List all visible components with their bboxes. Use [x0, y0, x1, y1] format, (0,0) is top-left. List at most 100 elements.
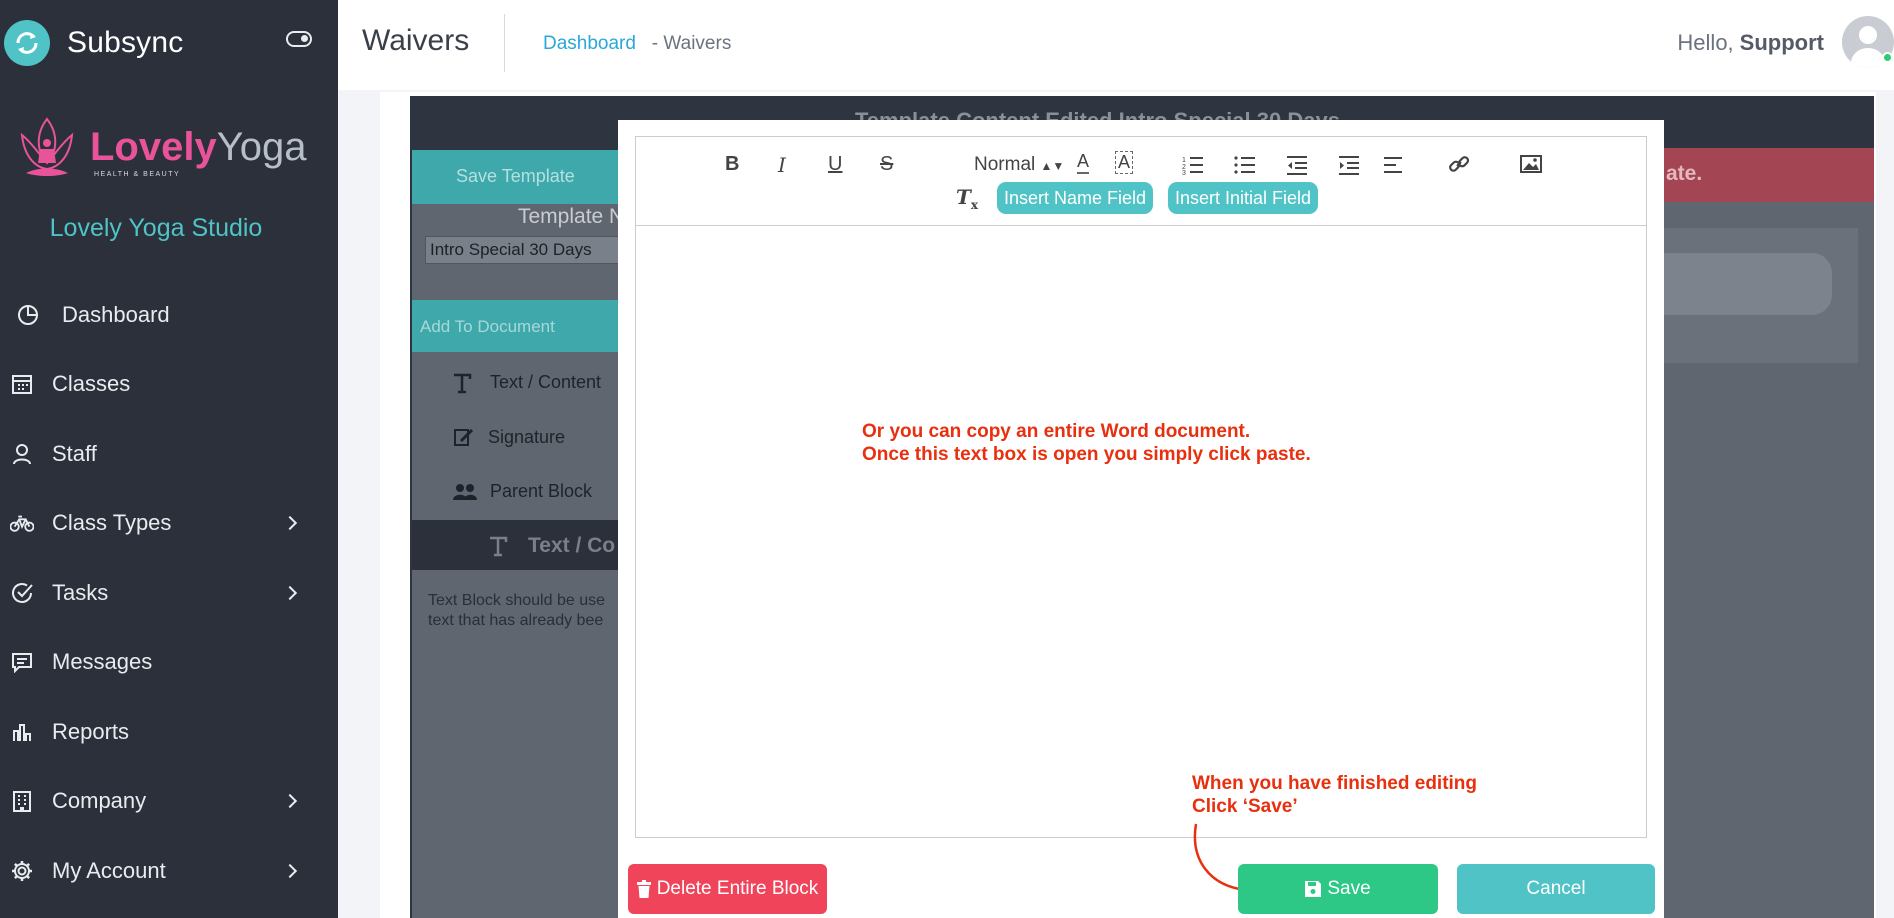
indent-icon[interactable]	[1338, 155, 1360, 175]
subsync-logo-icon	[4, 20, 50, 66]
floppy-disk-icon	[1305, 881, 1322, 897]
add-parent-block-item[interactable]: Parent Block	[490, 481, 592, 502]
block-description: Text Block should be use text that has a…	[428, 592, 605, 629]
app-name: Subsync	[67, 26, 184, 59]
calendar-icon	[10, 372, 34, 396]
sidebar-item-label: Dashboard	[62, 301, 170, 327]
save-template-button[interactable]: Save Template	[412, 150, 622, 204]
bold-button[interactable]: B	[725, 153, 739, 176]
user-name: Support	[1739, 30, 1824, 55]
sidebar-item-staff[interactable]: Staff	[0, 419, 338, 489]
select-arrows-icon: ▲▼	[1040, 159, 1065, 173]
logo-wordmark: LovelyYoga	[90, 127, 306, 167]
sidebar-toggle-icon[interactable]	[286, 31, 312, 47]
header-divider	[504, 14, 505, 72]
insert-name-field-button[interactable]: Insert Name Field	[997, 182, 1154, 214]
studio-logo: LovelyYoga HEALTH & BEAUTY	[12, 112, 312, 192]
sidebar-item-messages[interactable]: Messages	[0, 628, 338, 698]
save-template-label: Save Template	[456, 166, 575, 186]
sidebar: Subsync LovelyYoga HEALTH & BEAUTY Lovel…	[0, 0, 338, 918]
chevron-right-icon	[282, 794, 298, 809]
text-t-icon	[490, 536, 508, 557]
save-note-line-2: Click ‘Save’	[1192, 796, 1298, 817]
save-note-line-1: When you have finished editing	[1192, 773, 1478, 794]
greeting-text: Hello,	[1677, 30, 1734, 55]
text-color-icon[interactable]: A	[1077, 151, 1090, 174]
sidebar-item-reports[interactable]: Reports	[0, 697, 338, 767]
sidebar-item-label: Class Types	[52, 510, 172, 536]
add-signature-item[interactable]: Signature	[488, 427, 565, 448]
paste-note-line-1: Or you can copy an entire Word document.	[862, 421, 1251, 442]
outdent-icon[interactable]	[1286, 155, 1308, 175]
users-icon	[453, 484, 477, 500]
studio-name: Lovely Yoga Studio	[49, 214, 263, 242]
page-title: Waivers	[362, 24, 470, 57]
breadcrumb: Dashboard - Waivers	[543, 33, 731, 55]
italic-button[interactable]: I	[778, 153, 786, 177]
sidebar-item-dashboard[interactable]: Dashboard	[0, 280, 338, 350]
chevron-right-icon	[282, 585, 298, 600]
bar-chart-icon	[10, 720, 34, 744]
chevron-right-icon	[282, 516, 298, 531]
underline-button[interactable]: U	[828, 153, 842, 176]
bullet-list-icon[interactable]	[1234, 155, 1256, 175]
sidebar-item-label: Reports	[52, 718, 130, 744]
link-icon[interactable]	[1448, 153, 1470, 175]
alert-text: ate.	[1666, 162, 1703, 185]
sidebar-item-label: Tasks	[52, 579, 109, 605]
pie-chart-icon	[16, 303, 40, 327]
insert-initial-field-button[interactable]: Insert Initial Field	[1168, 182, 1319, 214]
paste-note-line-2: Once this text box is open you simply cl…	[862, 444, 1311, 465]
user-greeting[interactable]: Hello, Support	[1677, 30, 1824, 56]
sidebar-item-company[interactable]: Company	[0, 767, 338, 837]
lotus-yoga-icon	[20, 117, 74, 176]
sidebar-item-my-account[interactable]: My Account	[0, 836, 338, 906]
ordered-list-icon[interactable]: 123	[1182, 155, 1204, 175]
strikethrough-button[interactable]: S	[880, 153, 893, 176]
sidebar-item-label: Classes	[52, 371, 131, 397]
sidebar-item-class-types[interactable]: Class Types	[0, 489, 338, 559]
clear-format-icon[interactable]: Tx	[956, 185, 978, 212]
breadcrumb-separator: -	[651, 33, 659, 54]
sidebar-item-label: Staff	[52, 440, 97, 466]
gear-icon	[10, 859, 34, 883]
save-button[interactable]: Save	[1238, 864, 1438, 914]
alert-banner: ate.	[1662, 148, 1874, 202]
editor-toolbar: B I U S Normal ▲▼ A A 123 Tx Insert Name…	[636, 137, 1646, 226]
align-left-icon[interactable]	[1383, 155, 1405, 175]
template-name-input[interactable]: Intro Special 30 Days	[425, 236, 625, 264]
background-color-icon[interactable]: A	[1115, 151, 1134, 174]
building-icon	[10, 789, 34, 813]
format-select[interactable]: Normal ▲▼	[974, 154, 1064, 176]
sidebar-item-label: Messages	[52, 649, 153, 675]
delete-label: Delete Entire Block	[656, 878, 819, 899]
add-text-content-item[interactable]: Text / Content	[490, 372, 601, 393]
delete-entire-block-button[interactable]: Delete Entire Block	[628, 864, 827, 914]
breadcrumb-current: Waivers	[663, 33, 732, 54]
cancel-label: Cancel	[1526, 878, 1586, 899]
message-icon	[10, 650, 34, 674]
sidebar-item-tasks[interactable]: Tasks	[0, 558, 338, 628]
sidebar-item-label: My Account	[52, 857, 166, 883]
top-header: Waivers Dashboard - Waivers Hello, Suppor…	[338, 0, 1894, 90]
chevron-right-icon	[282, 863, 298, 878]
logo-tagline: HEALTH & BEAUTY	[94, 170, 181, 178]
bicycle-icon	[10, 511, 34, 535]
svg-text:3: 3	[1182, 170, 1186, 175]
sidebar-item-classes[interactable]: Classes	[0, 350, 338, 420]
cancel-button[interactable]: Cancel	[1457, 864, 1655, 914]
image-icon[interactable]	[1520, 155, 1542, 173]
sidebar-item-label: Company	[52, 788, 147, 814]
rich-text-editor[interactable]: B I U S Normal ▲▼ A A 123 Tx Insert Name…	[635, 136, 1647, 838]
breadcrumb-dashboard-link[interactable]: Dashboard	[543, 33, 636, 54]
logo-word-lovely: Lovely	[90, 124, 217, 169]
selected-block-header: Text / Co	[412, 520, 622, 570]
format-select-value: Normal	[974, 154, 1036, 175]
sidebar-nav: Dashboard Classes Staff Class Types Task…	[0, 280, 338, 906]
selected-block-title: Text / Co	[528, 534, 616, 557]
svg-text:1: 1	[1182, 157, 1186, 164]
signature-icon	[454, 428, 474, 446]
add-to-document-header: Add To Document	[412, 300, 622, 352]
template-name-label: Template N	[518, 205, 625, 228]
paste-instruction-note: Or you can copy an entire Word document.…	[862, 420, 1311, 466]
